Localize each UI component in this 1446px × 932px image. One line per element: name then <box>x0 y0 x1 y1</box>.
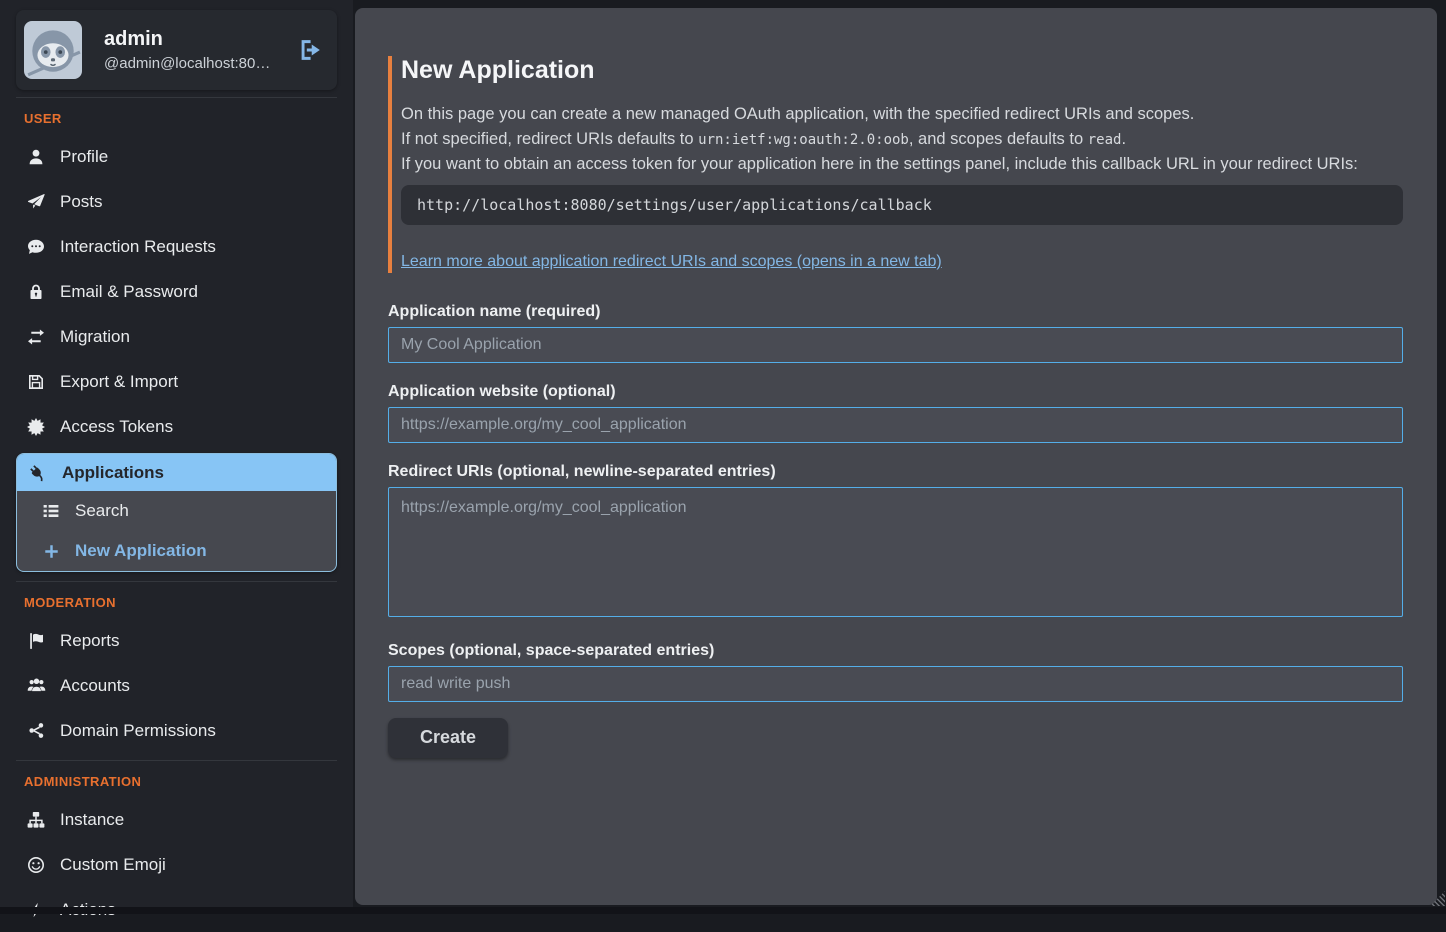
divider <box>16 581 337 582</box>
sidebar-item-migration[interactable]: Migration <box>16 314 337 359</box>
sidebar-item-label: Applications <box>62 463 164 483</box>
docs-text: On this page you can create a new manage… <box>401 102 1403 177</box>
redirect-uris-label: Redirect URIs (optional, newline-separat… <box>388 463 1403 481</box>
exchange-arrows-icon <box>26 328 46 346</box>
sidebar-item-interaction-requests[interactable]: Interaction Requests <box>16 224 337 269</box>
redirect-uris-textarea[interactable] <box>388 487 1403 617</box>
sidebar-item-accounts[interactable]: Accounts <box>16 663 337 708</box>
application-website-input[interactable] <box>388 407 1403 443</box>
sidebar-item-email-password[interactable]: Email & Password <box>16 269 337 314</box>
sidebar-item-export-import[interactable]: Export & Import <box>16 359 337 404</box>
paper-plane-icon <box>26 193 46 211</box>
sign-out-icon[interactable] <box>297 37 323 63</box>
application-website-label: Application website (optional) <box>388 383 1403 401</box>
inline-code-oob: urn:ietf:wg:oauth:2.0:oob <box>698 132 909 148</box>
applications-menu-block: Applications Search N <box>16 453 337 572</box>
create-button[interactable]: Create <box>388 718 508 758</box>
plus-icon <box>41 543 61 560</box>
scopes-label: Scopes (optional, space-separated entrie… <box>388 642 1403 660</box>
user-names: admin @admin@localhost:80… <box>104 28 270 72</box>
avatar <box>24 21 82 79</box>
sidebar-item-label: Custom Emoji <box>60 855 166 875</box>
docs-line-3: If you want to obtain an access token fo… <box>401 152 1403 177</box>
docs-line-1: On this page you can create a new manage… <box>401 102 1403 127</box>
divider <box>16 760 337 761</box>
new-application-form: Application name (required) Application … <box>388 303 1403 758</box>
sidebar-item-label: Search <box>75 501 129 521</box>
inline-code-read: read <box>1088 132 1122 148</box>
sidebar-item-label: Accounts <box>60 676 130 696</box>
user-handle: @admin@localhost:80… <box>104 55 270 72</box>
section-label-moderation: MODERATION <box>24 595 337 610</box>
sitemap-icon <box>26 811 46 829</box>
applications-submenu: Search New Application <box>17 491 336 571</box>
share-nodes-icon <box>26 722 46 739</box>
sidebar-item-label: Export & Import <box>60 372 178 392</box>
smile-icon <box>26 856 46 874</box>
list-icon <box>41 502 61 520</box>
sidebar-item-label: New Application <box>75 541 207 561</box>
certificate-icon <box>26 418 46 436</box>
bottom-edge-strip <box>0 907 1446 914</box>
settings-sidebar: admin @admin@localhost:80… USER Profile … <box>0 0 353 914</box>
floppy-disk-icon <box>26 373 46 391</box>
sidebar-item-applications[interactable]: Applications <box>17 454 336 491</box>
user-name: admin <box>104 28 270 51</box>
docs-line-2: If not specified, redirect URIs defaults… <box>401 127 1403 153</box>
sidebar-item-label: Interaction Requests <box>60 237 216 257</box>
callback-url-code-block: http://localhost:8080/settings/user/appl… <box>401 185 1403 225</box>
sidebar-item-applications-search[interactable]: Search <box>17 491 336 531</box>
user-card[interactable]: admin @admin@localhost:80… <box>16 10 337 90</box>
learn-more-link[interactable]: Learn more about application redirect UR… <box>401 253 942 271</box>
sidebar-item-label: Posts <box>60 192 103 212</box>
sidebar-item-label: Email & Password <box>60 282 198 302</box>
comment-dots-icon <box>26 238 46 256</box>
sidebar-item-domain-permissions[interactable]: Domain Permissions <box>16 708 337 753</box>
sidebar-item-reports[interactable]: Reports <box>16 618 337 663</box>
section-label-administration: ADMINISTRATION <box>24 774 337 789</box>
sidebar-item-label: Profile <box>60 147 108 167</box>
section-label-user: USER <box>24 111 337 126</box>
scopes-input[interactable] <box>388 666 1403 702</box>
page-title: New Application <box>401 56 1403 85</box>
sidebar-item-profile[interactable]: Profile <box>16 134 337 179</box>
new-application-panel: New Application On this page you can cre… <box>355 8 1437 905</box>
sidebar-item-custom-emoji[interactable]: Custom Emoji <box>16 842 337 887</box>
lock-icon <box>26 283 46 301</box>
sidebar-item-posts[interactable]: Posts <box>16 179 337 224</box>
user-icon <box>26 148 46 166</box>
sidebar-item-label: Instance <box>60 810 124 830</box>
sidebar-item-access-tokens[interactable]: Access Tokens <box>16 404 337 449</box>
users-icon <box>26 676 46 695</box>
sidebar-item-label: Domain Permissions <box>60 721 216 741</box>
flag-icon <box>26 632 46 650</box>
divider <box>16 97 337 98</box>
application-name-label: Application name (required) <box>388 303 1403 321</box>
sidebar-item-label: Access Tokens <box>60 417 173 437</box>
sidebar-item-new-application[interactable]: New Application <box>17 531 336 571</box>
application-name-input[interactable] <box>388 327 1403 363</box>
sidebar-item-label: Migration <box>60 327 130 347</box>
plug-icon <box>28 464 48 482</box>
sloth-avatar-image <box>24 21 82 79</box>
sidebar-item-instance[interactable]: Instance <box>16 797 337 842</box>
docs-block: New Application On this page you can cre… <box>388 56 1403 273</box>
sidebar-item-label: Reports <box>60 631 120 651</box>
